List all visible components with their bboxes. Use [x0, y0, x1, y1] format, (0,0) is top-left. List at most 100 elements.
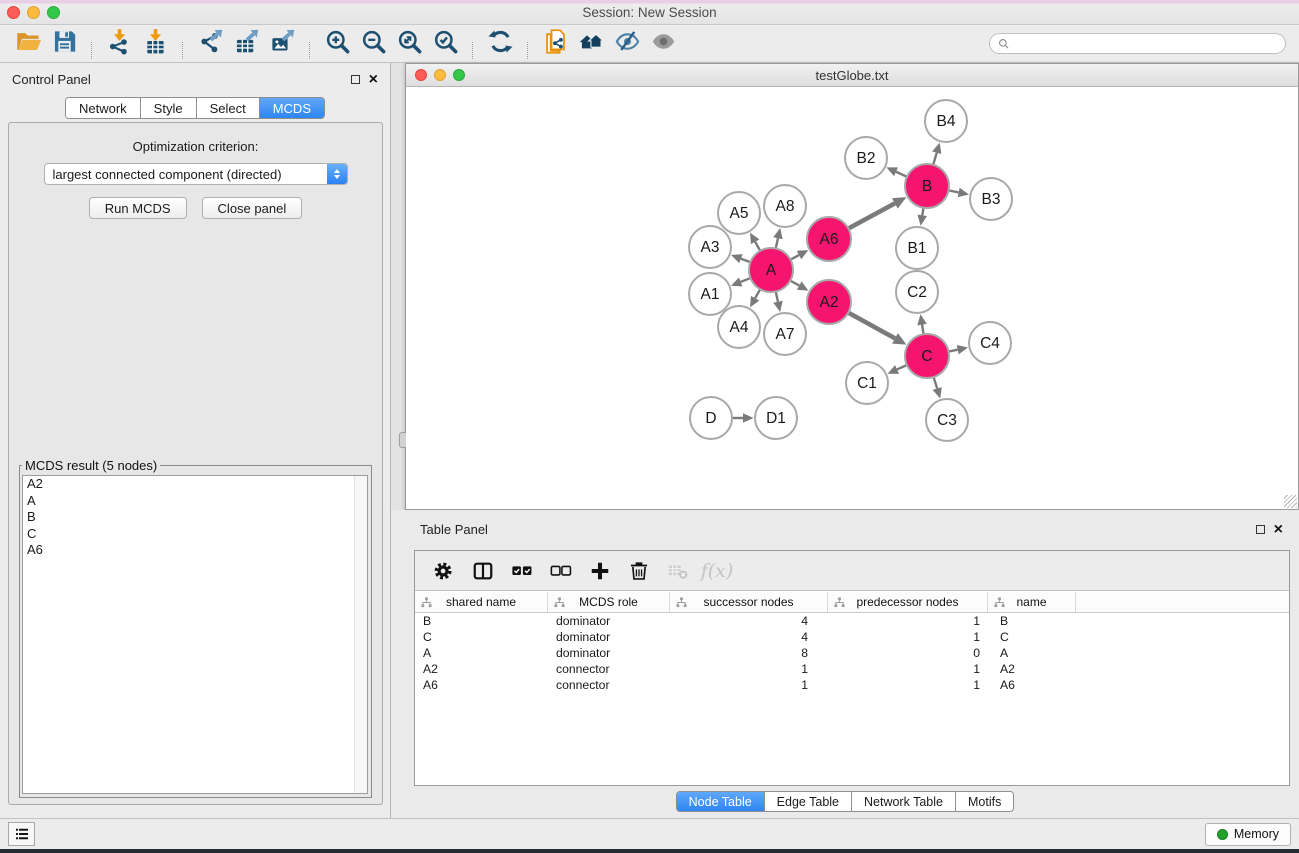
- add-column-icon[interactable]: [588, 559, 612, 583]
- window-resize-grip[interactable]: [1284, 495, 1297, 508]
- mcds-result-item[interactable]: B: [23, 509, 367, 526]
- search-field[interactable]: [989, 33, 1286, 54]
- open-file-icon[interactable]: [13, 27, 43, 57]
- zoom-selected-icon[interactable]: [430, 27, 460, 57]
- deselect-all-icon[interactable]: [549, 559, 573, 583]
- graph-node-C4[interactable]: C4: [969, 322, 1011, 364]
- graph-node-A3[interactable]: A3: [689, 226, 731, 268]
- table-row[interactable]: A2connector11A2: [415, 661, 1289, 677]
- task-history-button[interactable]: [8, 822, 35, 846]
- graph-edge-C-C2[interactable]: [922, 325, 924, 335]
- graph-edge-B-B4[interactable]: [933, 153, 937, 165]
- graph-edge-A-A3[interactable]: [741, 259, 751, 263]
- table-cell: B: [988, 613, 1076, 629]
- criterion-dropdown[interactable]: largest connected component (directed): [44, 163, 348, 185]
- zoom-in-icon[interactable]: [322, 27, 352, 57]
- tab-network[interactable]: Network: [66, 98, 140, 118]
- graph-edge-B-B1[interactable]: [922, 208, 923, 216]
- graph-node-B2[interactable]: B2: [845, 137, 887, 179]
- refresh-icon[interactable]: [485, 27, 515, 57]
- close-panel-button[interactable]: Close panel: [202, 197, 303, 219]
- import-network-icon[interactable]: [104, 27, 134, 57]
- select-all-icon[interactable]: [510, 559, 534, 583]
- tab-mcds[interactable]: MCDS: [259, 98, 324, 118]
- graph-node-C2[interactable]: C2: [896, 271, 938, 313]
- table-close-panel-icon[interactable]: ×: [1274, 525, 1283, 535]
- graph-edge-C-C3[interactable]: [934, 377, 938, 389]
- network-canvas[interactable]: B4 B2 B B3 A8A5 A6 B1 A3 A C2 A1 A2 A4A7 C4 C C1 C3 D D1: [406, 87, 1298, 509]
- run-mcds-button[interactable]: Run MCDS: [89, 197, 187, 219]
- save-session-icon[interactable]: [49, 27, 79, 57]
- graph-edge-B-B3[interactable]: [949, 190, 959, 192]
- tab-edge-table[interactable]: Edge Table: [764, 792, 851, 811]
- table-settings-icon[interactable]: [432, 559, 456, 583]
- result-list-scrollbar[interactable]: [354, 476, 367, 793]
- column-header-successor-nodes[interactable]: successor nodes: [670, 592, 828, 612]
- graph-edge-A-A4[interactable]: [755, 289, 760, 298]
- export-image-icon[interactable]: [267, 27, 297, 57]
- graph-edge-C-C1[interactable]: [897, 365, 907, 369]
- graph-node-D[interactable]: D: [690, 397, 732, 439]
- tab-network-table[interactable]: Network Table: [851, 792, 955, 811]
- memory-button[interactable]: Memory: [1205, 823, 1291, 846]
- table-row[interactable]: Bdominator41B: [415, 613, 1289, 629]
- graph-node-A1[interactable]: A1: [689, 273, 731, 315]
- graph-node-A8[interactable]: A8: [764, 185, 806, 227]
- delete-column-icon[interactable]: [627, 559, 651, 583]
- network-from-selection-icon[interactable]: [540, 27, 570, 57]
- graph-edge-A-A6[interactable]: [790, 255, 799, 260]
- zoom-out-icon[interactable]: [358, 27, 388, 57]
- graph-edge-A-A5[interactable]: [755, 242, 760, 251]
- graph-edge-A-A7[interactable]: [776, 291, 778, 301]
- mcds-result-item[interactable]: A2: [23, 476, 367, 493]
- graph-node-A4[interactable]: A4: [718, 306, 760, 348]
- mcds-result-item[interactable]: A6: [23, 542, 367, 559]
- graph-node-B1[interactable]: B1: [896, 227, 938, 269]
- table-row[interactable]: Cdominator41C: [415, 629, 1289, 645]
- graph-edge-A-A1[interactable]: [741, 278, 751, 282]
- column-header-predecessor-nodes[interactable]: predecessor nodes: [828, 592, 988, 612]
- float-panel-icon[interactable]: [351, 75, 360, 84]
- split-panel-icon[interactable]: [471, 559, 495, 583]
- graph-node-B3[interactable]: B3: [970, 178, 1012, 220]
- graph-node-C3[interactable]: C3: [926, 399, 968, 441]
- table-row[interactable]: Adominator80A: [415, 645, 1289, 661]
- control-panel-splitter-handle[interactable]: [399, 432, 406, 448]
- graph-edge-B-B2[interactable]: [896, 172, 907, 177]
- export-table-icon[interactable]: [231, 27, 261, 57]
- import-table-icon[interactable]: [140, 27, 170, 57]
- zoom-fit-icon[interactable]: [394, 27, 424, 57]
- graph-edge-C-C4[interactable]: [949, 350, 958, 352]
- graph-edge-A2-C[interactable]: [848, 313, 895, 339]
- graph-node-A[interactable]: A: [749, 248, 793, 292]
- hide-selected-icon[interactable]: [612, 27, 642, 57]
- export-network-icon[interactable]: [195, 27, 225, 57]
- show-all-icon[interactable]: [648, 27, 678, 57]
- mcds-result-item[interactable]: A: [23, 493, 367, 510]
- mcds-result-item[interactable]: C: [23, 526, 367, 543]
- graph-node-A6[interactable]: A6: [807, 217, 851, 261]
- graph-node-C[interactable]: C: [905, 334, 949, 378]
- close-panel-icon[interactable]: ×: [369, 75, 378, 85]
- first-neighbors-icon[interactable]: [576, 27, 606, 57]
- tab-motifs[interactable]: Motifs: [955, 792, 1013, 811]
- graph-edge-A6-B[interactable]: [848, 203, 895, 228]
- graph-node-C1[interactable]: C1: [846, 362, 888, 404]
- column-header-name[interactable]: name: [988, 592, 1076, 612]
- column-header-MCDS-role[interactable]: MCDS role: [548, 592, 670, 612]
- table-row[interactable]: A6connector11A6: [415, 677, 1289, 693]
- tab-select[interactable]: Select: [196, 98, 259, 118]
- tab-node-table[interactable]: Node Table: [677, 792, 764, 811]
- graph-edge-A-A2[interactable]: [790, 281, 799, 286]
- graph-node-A2[interactable]: A2: [807, 280, 851, 324]
- table-float-panel-icon[interactable]: [1256, 525, 1265, 534]
- graph-node-D1[interactable]: D1: [755, 397, 797, 439]
- graph-edge-A-A8[interactable]: [776, 238, 778, 248]
- search-input[interactable]: [1011, 37, 1285, 51]
- graph-node-B4[interactable]: B4: [925, 100, 967, 142]
- graph-node-B[interactable]: B: [905, 164, 949, 208]
- graph-node-A5[interactable]: A5: [718, 192, 760, 234]
- tab-style[interactable]: Style: [140, 98, 196, 118]
- column-header-shared-name[interactable]: shared name: [415, 592, 548, 612]
- graph-node-A7[interactable]: A7: [764, 313, 806, 355]
